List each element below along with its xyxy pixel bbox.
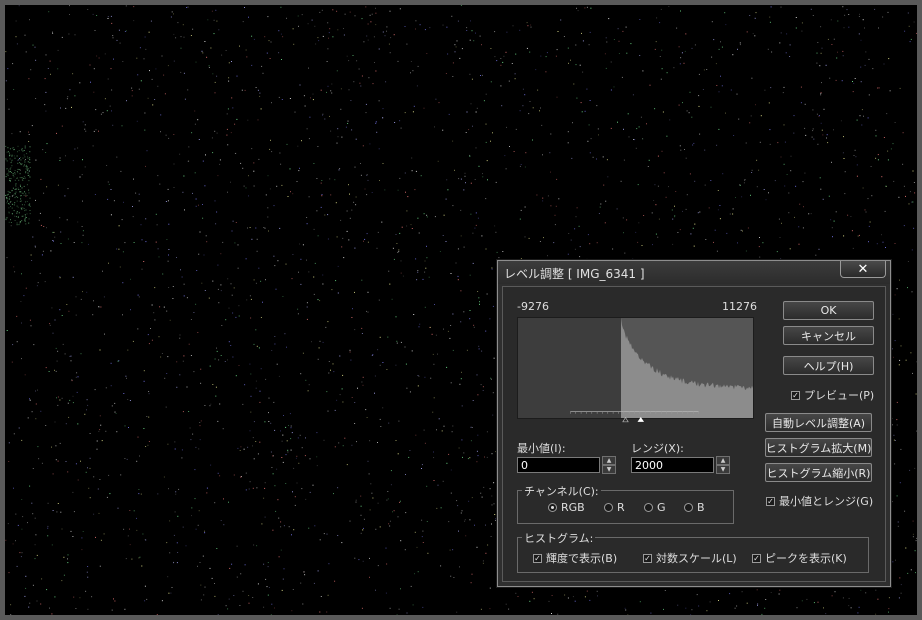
min-value-label: 最小値(I):: [517, 442, 566, 455]
spin-up-icon[interactable]: ▲: [602, 456, 616, 465]
histogram-shrink-button[interactable]: ヒストグラム縮小(R): [765, 463, 872, 482]
cancel-button[interactable]: キャンセル: [783, 326, 874, 345]
slider-ticks: [570, 411, 699, 414]
histogram-display: [517, 317, 754, 419]
checkbox-checked-icon[interactable]: ✓: [533, 553, 542, 563]
levels-dialog: レベル調整 [ IMG_6341 ] ✕ -9276 11276 最小値(I):…: [497, 260, 891, 587]
checkbox-checked-icon[interactable]: ✓: [752, 553, 761, 563]
checkbox-checked-icon[interactable]: ✓: [643, 553, 652, 563]
checkbox-label: 最小値とレンジ(G): [779, 495, 874, 508]
luminance-checkbox[interactable]: ✓ 輝度で表示(B): [533, 550, 617, 566]
checkbox-checked-icon[interactable]: ✓: [791, 390, 800, 400]
close-icon: ✕: [857, 261, 869, 277]
histogram-max-label: 11276: [722, 300, 757, 313]
auto-level-button[interactable]: 自動レベル調整(A): [765, 413, 872, 432]
histogram-options-group: ヒストグラム: ✓ 輝度で表示(B) ✓ 対数スケール(L) ✓ ピークを表示(…: [517, 530, 869, 573]
checkbox-checked-icon[interactable]: ✓: [766, 496, 775, 506]
ok-button[interactable]: OK: [783, 301, 874, 320]
histogram-min-label: -9276: [517, 300, 549, 313]
radio-label: B: [697, 501, 705, 514]
min-value-stepper[interactable]: ▲ ▼: [602, 456, 616, 474]
range-value-input[interactable]: [631, 457, 714, 473]
channel-radio-rgb[interactable]: RGB: [548, 501, 585, 514]
min-value-input[interactable]: [517, 457, 600, 473]
radio-icon[interactable]: [684, 503, 693, 512]
close-button[interactable]: ✕: [840, 261, 886, 278]
channel-radio-b[interactable]: B: [684, 501, 705, 514]
histogram-expand-button[interactable]: ヒストグラム拡大(M): [765, 438, 872, 457]
range-value-label: レンジ(X):: [631, 442, 684, 455]
radio-selected-icon[interactable]: [548, 503, 557, 512]
checkbox-label: 対数スケール(L): [656, 552, 737, 565]
help-button[interactable]: ヘルプ(H): [783, 356, 874, 375]
checkbox-label: プレビュー(P): [804, 389, 875, 402]
spin-up-icon[interactable]: ▲: [716, 456, 730, 465]
spin-down-icon[interactable]: ▼: [716, 465, 730, 474]
radio-label: R: [617, 501, 625, 514]
log-scale-checkbox[interactable]: ✓ 対数スケール(L): [643, 550, 737, 566]
channel-group-label: チャンネル(C):: [522, 483, 601, 499]
dialog-content: -9276 11276 最小値(I): ▲ ▼ レンジ(X): ▲ ▼: [502, 286, 886, 582]
radio-label: G: [657, 501, 666, 514]
min-slider-handle[interactable]: [622, 417, 629, 423]
channel-radio-g[interactable]: G: [644, 501, 666, 514]
checkbox-label: 輝度で表示(B): [546, 552, 618, 565]
dialog-title: レベル調整 [ IMG_6341 ]: [504, 267, 645, 281]
show-peak-checkbox[interactable]: ✓ ピークを表示(K): [752, 550, 847, 566]
level-slider-track[interactable]: [517, 411, 752, 423]
radio-label: RGB: [561, 501, 585, 514]
spin-down-icon[interactable]: ▼: [602, 465, 616, 474]
range-value-stepper[interactable]: ▲ ▼: [716, 456, 730, 474]
histogram-graph: [621, 318, 753, 418]
channel-group: チャンネル(C): RGB R G B: [517, 483, 734, 524]
min-range-checkbox[interactable]: ✓ 最小値とレンジ(G): [766, 493, 873, 509]
channel-radio-r[interactable]: R: [604, 501, 625, 514]
range-slider-handle[interactable]: [637, 417, 645, 422]
checkbox-label: ピークを表示(K): [765, 552, 847, 565]
radio-icon[interactable]: [604, 503, 613, 512]
histogram-options-label: ヒストグラム:: [522, 530, 596, 546]
preview-checkbox[interactable]: ✓ プレビュー(P): [791, 387, 874, 403]
radio-icon[interactable]: [644, 503, 653, 512]
dialog-titlebar[interactable]: レベル調整 [ IMG_6341 ] ✕: [498, 261, 890, 284]
